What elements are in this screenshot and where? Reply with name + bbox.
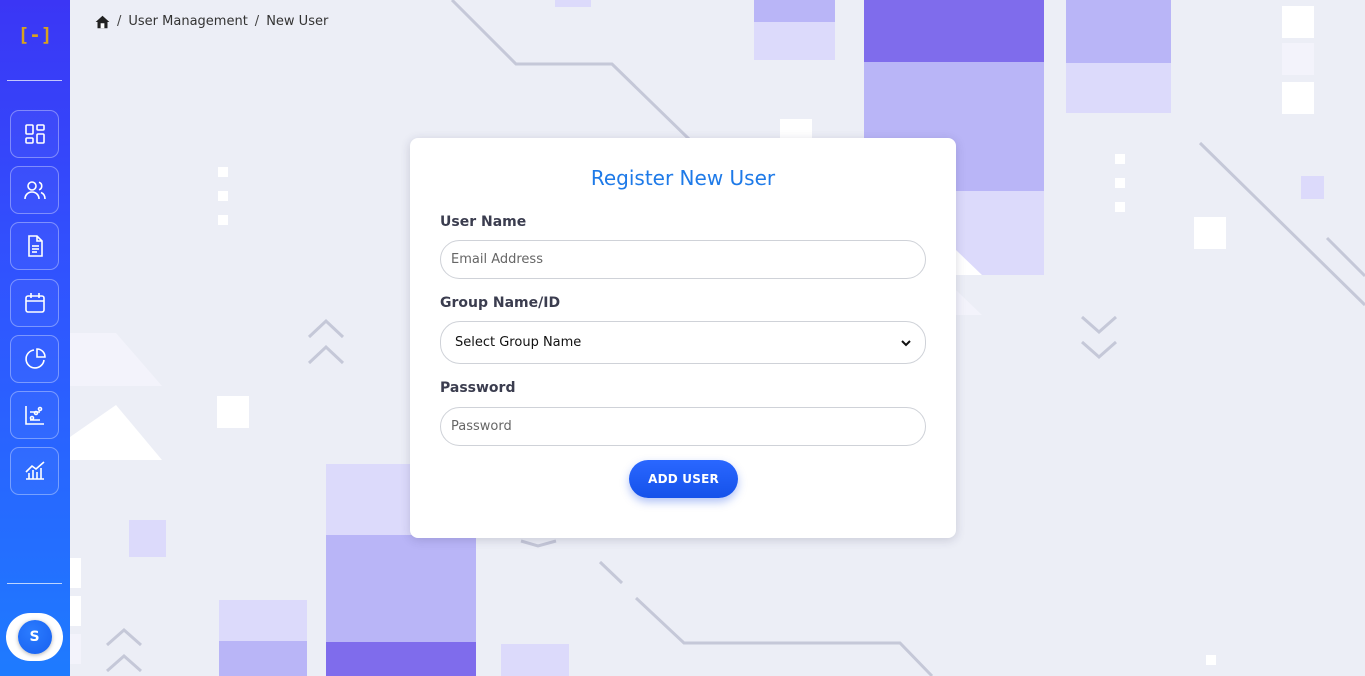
- app-logo[interactable]: [-]: [0, 24, 70, 46]
- username-input[interactable]: [440, 240, 926, 279]
- breadcrumb-separator: /: [254, 14, 260, 29]
- form-title: Register New User: [590, 166, 776, 190]
- nav-users[interactable]: [10, 166, 59, 214]
- nav-dashboard[interactable]: [10, 110, 59, 158]
- user-avatar-container[interactable]: S: [6, 613, 63, 661]
- chevron-down-icon: [901, 339, 911, 346]
- password-label: Password: [440, 380, 516, 396]
- avatar[interactable]: S: [17, 620, 52, 654]
- breadcrumb-separator: /: [117, 14, 122, 29]
- nav-analytics-scatter[interactable]: [10, 391, 59, 439]
- home-icon[interactable]: [95, 15, 110, 29]
- sidebar-divider-top: [7, 80, 62, 81]
- scatter-chart-icon: [24, 406, 44, 425]
- pie-chart-icon: [24, 348, 46, 369]
- breadcrumb: / User Management / New User: [95, 14, 328, 29]
- document-icon: [27, 235, 43, 257]
- breadcrumb-current-page: New User: [266, 14, 329, 29]
- breadcrumb-user-management[interactable]: User Management: [128, 14, 247, 29]
- group-select-value: Select Group Name: [455, 335, 582, 350]
- users-icon: [23, 181, 46, 200]
- password-input[interactable]: [440, 407, 926, 446]
- nav-calendar[interactable]: [10, 279, 59, 327]
- username-label: User Name: [440, 214, 527, 230]
- calendar-icon: [24, 293, 45, 313]
- add-user-button[interactable]: ADD USER: [629, 460, 738, 498]
- nav-analytics-bar[interactable]: [10, 447, 59, 495]
- group-select[interactable]: Select Group Name: [440, 321, 926, 364]
- register-user-card: Register New User User Name Group Name/I…: [410, 138, 956, 538]
- sidebar-divider-bottom: [7, 583, 62, 584]
- dashboard-icon: [24, 124, 45, 144]
- nav-reports-pie[interactable]: [10, 335, 59, 383]
- group-label: Group Name/ID: [440, 295, 561, 311]
- nav-documents[interactable]: [10, 222, 59, 270]
- sidebar: [-] S: [0, 0, 70, 676]
- bar-line-chart-icon: [24, 461, 45, 480]
